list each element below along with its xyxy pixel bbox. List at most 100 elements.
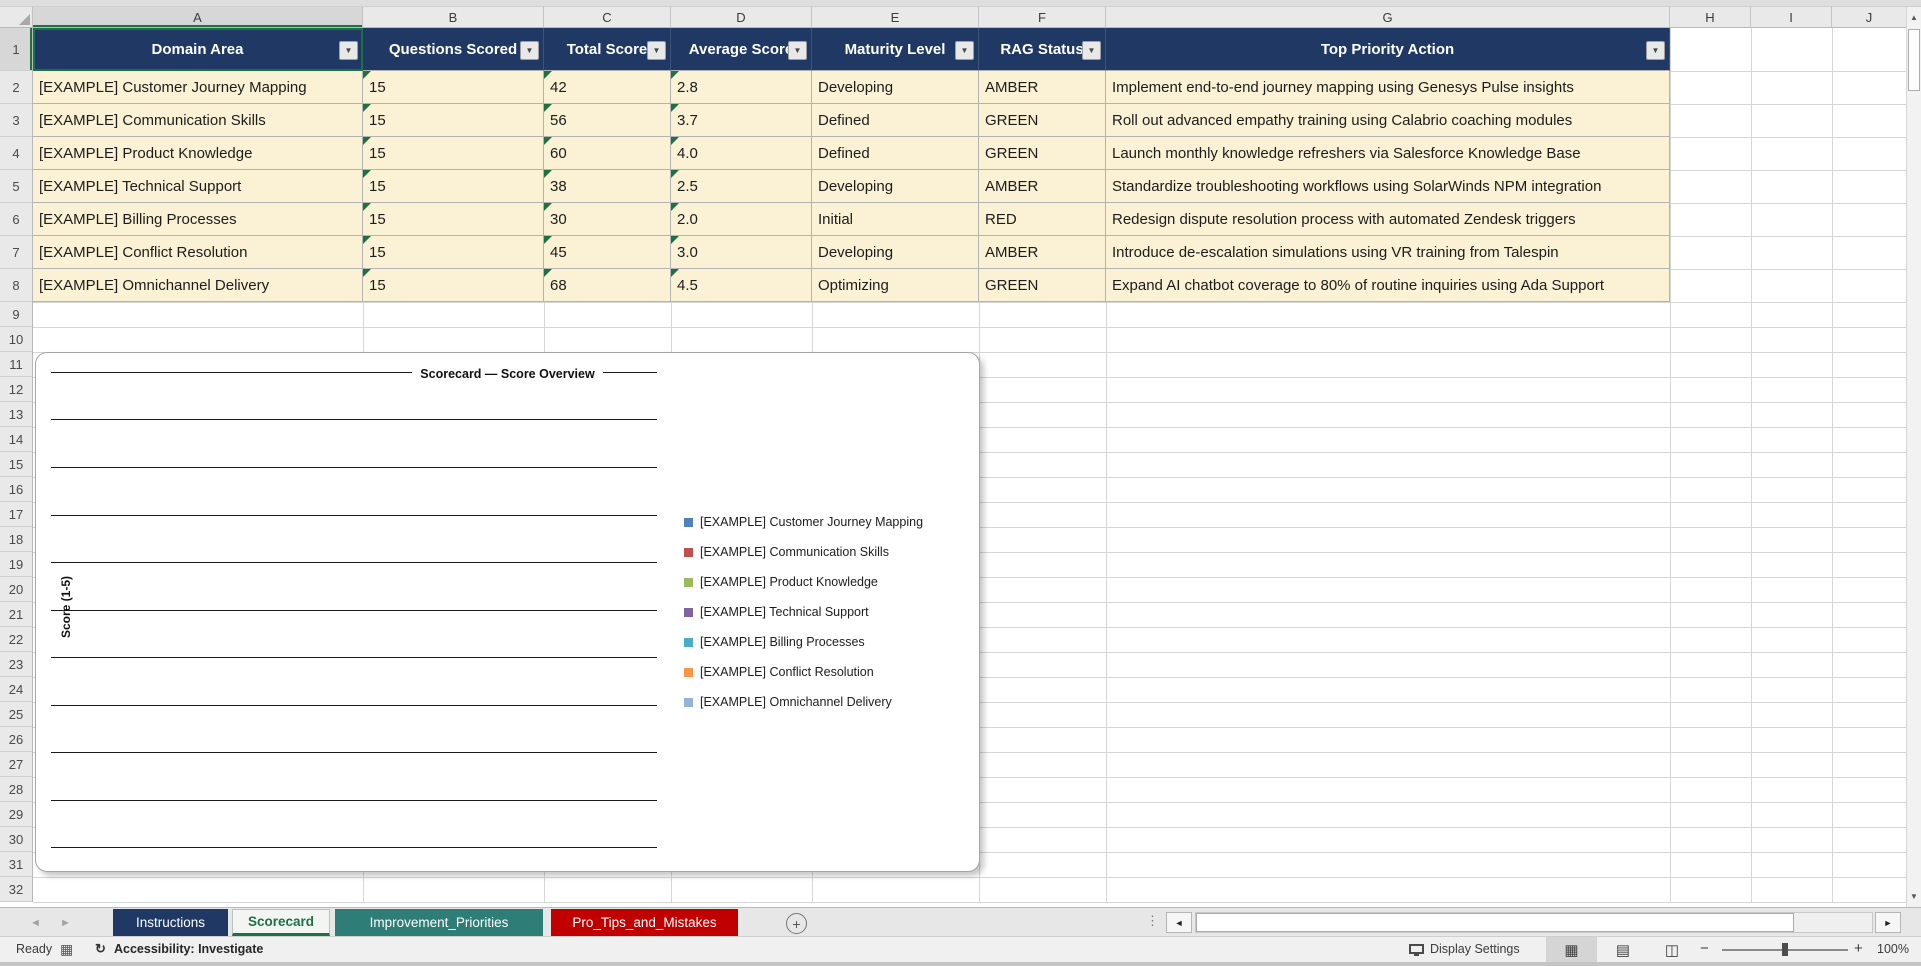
header-maturity-level[interactable]: Maturity Level▼ bbox=[812, 28, 979, 71]
row-header[interactable]: 21 bbox=[0, 602, 32, 627]
row-header[interactable]: 12 bbox=[0, 377, 32, 402]
view-page-break-button[interactable]: ◫ bbox=[1649, 937, 1695, 962]
cell-domain[interactable]: [EXAMPLE] Customer Journey Mapping bbox=[33, 71, 363, 104]
header-average-score[interactable]: Average Score▼ bbox=[671, 28, 812, 71]
row-header[interactable]: 11 bbox=[0, 352, 32, 377]
row-header[interactable]: 27 bbox=[0, 752, 32, 777]
cell-rag[interactable]: AMBER bbox=[979, 170, 1106, 203]
filter-dropdown-icon[interactable]: ▼ bbox=[339, 41, 358, 60]
cell-questions[interactable]: 15 bbox=[363, 104, 544, 137]
row-header[interactable]: 20 bbox=[0, 577, 32, 602]
cell-average[interactable]: 2.8 bbox=[671, 71, 812, 104]
tab-scroll-left-icon[interactable]: ◄ bbox=[30, 917, 41, 929]
cell-maturity[interactable]: Optimizing bbox=[812, 269, 979, 302]
select-all-button[interactable] bbox=[0, 7, 33, 27]
cell-rag[interactable]: AMBER bbox=[979, 236, 1106, 269]
row-header[interactable]: 14 bbox=[0, 427, 32, 452]
row-header[interactable]: 29 bbox=[0, 802, 32, 827]
row-header[interactable]: 32 bbox=[0, 877, 32, 902]
cell-rag[interactable]: RED bbox=[979, 203, 1106, 236]
view-page-layout-button[interactable]: ▤ bbox=[1600, 937, 1646, 962]
cell-total[interactable]: 45 bbox=[544, 236, 671, 269]
cell-total[interactable]: 30 bbox=[544, 203, 671, 236]
horizontal-scrollbar[interactable] bbox=[1195, 912, 1873, 933]
hscroll-left-icon[interactable]: ◄ bbox=[1166, 912, 1192, 933]
row-header[interactable]: 13 bbox=[0, 402, 32, 427]
column-header-letter[interactable]: E bbox=[812, 7, 979, 27]
cell-maturity[interactable]: Defined bbox=[812, 137, 979, 170]
row-header[interactable]: 30 bbox=[0, 827, 32, 852]
cell-action[interactable]: Introduce de-escalation simulations usin… bbox=[1106, 236, 1670, 269]
cell-domain[interactable]: [EXAMPLE] Billing Processes bbox=[33, 203, 363, 236]
cell-maturity[interactable]: Developing bbox=[812, 71, 979, 104]
cell-domain[interactable]: [EXAMPLE] Omnichannel Delivery bbox=[33, 269, 363, 302]
cell-action[interactable]: Standardize troubleshooting workflows us… bbox=[1106, 170, 1670, 203]
scroll-down-icon[interactable]: ▼ bbox=[1907, 886, 1921, 906]
vertical-scrollbar[interactable]: ▲ ▼ bbox=[1906, 7, 1921, 907]
horizontal-scroll-thumb[interactable] bbox=[1196, 913, 1794, 932]
row-header[interactable]: 10 bbox=[0, 327, 32, 352]
cell-maturity[interactable]: Initial bbox=[812, 203, 979, 236]
zoom-in-icon[interactable]: + bbox=[1854, 940, 1863, 957]
cell-questions[interactable]: 15 bbox=[363, 269, 544, 302]
column-header-letter[interactable]: G bbox=[1106, 7, 1670, 27]
header-domain-area[interactable]: Domain Area▼ bbox=[33, 28, 363, 71]
row-header[interactable]: 19 bbox=[0, 552, 32, 577]
cell-rag[interactable]: GREEN bbox=[979, 137, 1106, 170]
cell-questions[interactable]: 15 bbox=[363, 71, 544, 104]
cell-domain[interactable]: [EXAMPLE] Conflict Resolution bbox=[33, 236, 363, 269]
accessibility-status[interactable]: Accessibility: Investigate bbox=[114, 942, 263, 956]
cell-average[interactable]: 4.0 bbox=[671, 137, 812, 170]
cell-total[interactable]: 42 bbox=[544, 71, 671, 104]
cell-maturity[interactable]: Developing bbox=[812, 170, 979, 203]
view-normal-button[interactable]: ▦ bbox=[1546, 937, 1597, 962]
column-header-letter[interactable]: C bbox=[544, 7, 671, 27]
row-header[interactable]: 24 bbox=[0, 677, 32, 702]
column-header-letter[interactable]: A bbox=[33, 7, 363, 27]
column-header-letter[interactable]: J bbox=[1832, 7, 1906, 27]
row-header[interactable]: 18 bbox=[0, 527, 32, 552]
zoom-out-icon[interactable]: − bbox=[1700, 940, 1709, 957]
filter-dropdown-icon[interactable]: ▼ bbox=[788, 41, 807, 60]
column-header-letter[interactable]: I bbox=[1751, 7, 1832, 27]
cell-average[interactable]: 4.5 bbox=[671, 269, 812, 302]
header-top-priority-action[interactable]: Top Priority Action▼ bbox=[1106, 28, 1670, 71]
column-header-letter[interactable]: H bbox=[1670, 7, 1751, 27]
header-rag-status[interactable]: RAG Status▼ bbox=[979, 28, 1106, 71]
cell-average[interactable]: 2.5 bbox=[671, 170, 812, 203]
filter-dropdown-icon[interactable]: ▼ bbox=[520, 41, 539, 60]
row-header[interactable]: 28 bbox=[0, 777, 32, 802]
cell-rag[interactable]: GREEN bbox=[979, 269, 1106, 302]
header-total-score[interactable]: Total Score▼ bbox=[544, 28, 671, 71]
row-header[interactable]: 3 bbox=[0, 104, 32, 137]
column-header-letter[interactable]: F bbox=[979, 7, 1106, 27]
cell-action[interactable]: Expand AI chatbot coverage to 80% of rou… bbox=[1106, 269, 1670, 302]
row-header[interactable]: 2 bbox=[0, 71, 32, 104]
cell-questions[interactable]: 15 bbox=[363, 203, 544, 236]
cell-total[interactable]: 56 bbox=[544, 104, 671, 137]
row-header[interactable]: 26 bbox=[0, 727, 32, 752]
cell-questions[interactable]: 15 bbox=[363, 137, 544, 170]
row-header[interactable]: 4 bbox=[0, 137, 32, 170]
cell-domain[interactable]: [EXAMPLE] Technical Support bbox=[33, 170, 363, 203]
sheet-tab-instructions[interactable]: Instructions bbox=[113, 909, 228, 936]
tab-scroll-right-icon[interactable]: ► bbox=[60, 917, 71, 929]
cell-rag[interactable]: GREEN bbox=[979, 104, 1106, 137]
tab-bar-menu-icon[interactable]: ⋮ bbox=[1146, 913, 1159, 929]
cell-rag[interactable]: AMBER bbox=[979, 71, 1106, 104]
macro-record-icon[interactable]: ▦ bbox=[60, 941, 73, 958]
sheet-tab-improvement-priorities[interactable]: Improvement_Priorities bbox=[335, 909, 543, 936]
cell-domain[interactable]: [EXAMPLE] Product Knowledge bbox=[33, 137, 363, 170]
cell-total[interactable]: 68 bbox=[544, 269, 671, 302]
cell-total[interactable]: 38 bbox=[544, 170, 671, 203]
row-header[interactable]: 7 bbox=[0, 236, 32, 269]
row-header[interactable]: 6 bbox=[0, 203, 32, 236]
cell-average[interactable]: 2.0 bbox=[671, 203, 812, 236]
score-overview-chart[interactable]: Scorecard — Score Overview Score (1-5) [… bbox=[35, 352, 980, 872]
zoom-level[interactable]: 100% bbox=[1877, 942, 1909, 956]
cell-action[interactable]: Implement end-to-end journey mapping usi… bbox=[1106, 71, 1670, 104]
row-header[interactable]: 22 bbox=[0, 627, 32, 652]
cell-average[interactable]: 3.7 bbox=[671, 104, 812, 137]
row-header[interactable]: 8 bbox=[0, 269, 32, 302]
row-header[interactable]: 31 bbox=[0, 852, 32, 877]
